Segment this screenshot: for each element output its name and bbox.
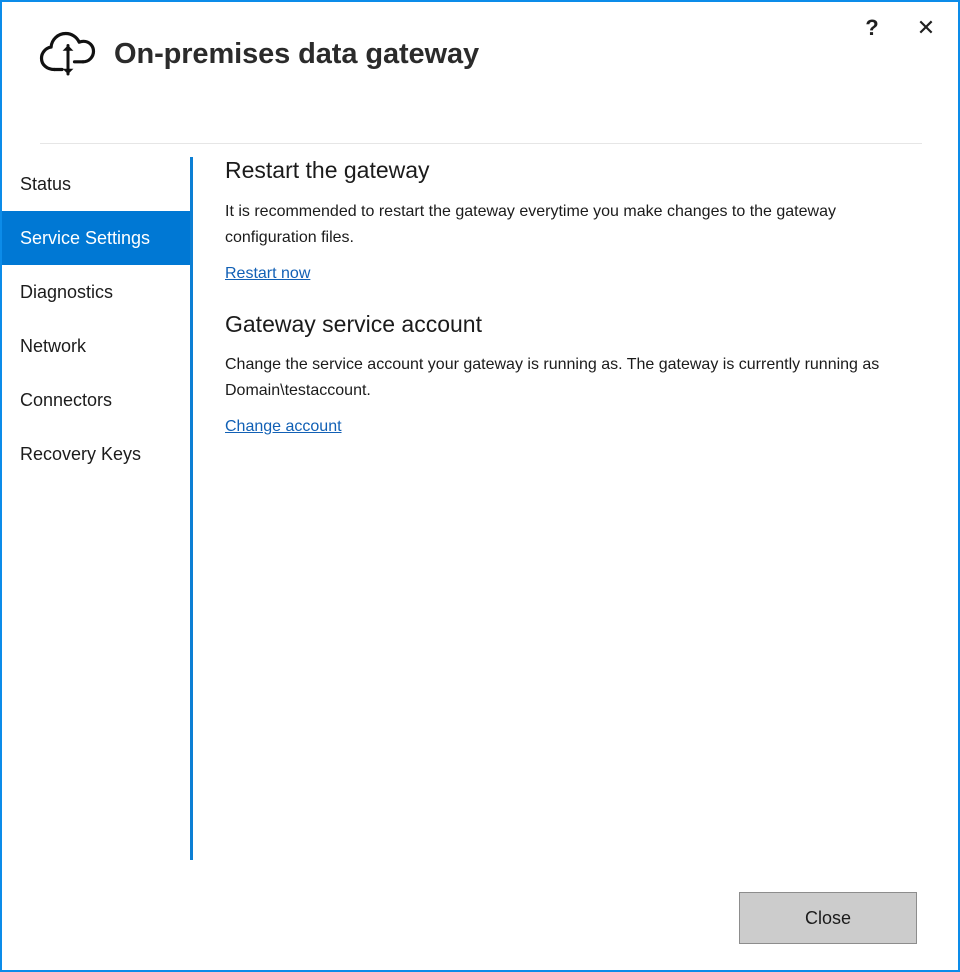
gateway-window: On-premises data gateway ? ✕ Status Serv…	[0, 0, 960, 972]
main-panel: Restart the gateway It is recommended to…	[225, 157, 925, 444]
restart-gateway-section: Restart the gateway It is recommended to…	[225, 157, 925, 283]
sidebar-item-label: Service Settings	[20, 227, 151, 248]
change-account-link[interactable]: Change account	[225, 418, 342, 436]
section-description: It is recommended to restart the gateway…	[225, 202, 836, 246]
sidebar-item-label: Recovery Keys	[20, 443, 142, 464]
page-title: On-premises data gateway	[114, 37, 480, 70]
restart-now-link[interactable]: Restart now	[225, 265, 310, 283]
window-controls: ? ✕	[854, 12, 944, 44]
footer-bar: Close	[2, 870, 958, 970]
sidebar-item-service-settings[interactable]: Service Settings	[2, 211, 192, 265]
app-branding: On-premises data gateway	[38, 28, 479, 80]
sidebar-nav: Status Service Settings Diagnostics Netw…	[2, 157, 192, 481]
sidebar-item-connectors[interactable]: Connectors	[2, 373, 192, 427]
gateway-service-account-section: Gateway service account Change the servi…	[225, 311, 925, 437]
title-bar: On-premises data gateway ? ✕	[2, 2, 958, 138]
section-heading: Gateway service account	[225, 310, 482, 337]
close-window-button[interactable]: ✕	[908, 12, 944, 44]
sidebar-item-diagnostics[interactable]: Diagnostics	[2, 265, 192, 319]
sidebar-item-status[interactable]: Status	[2, 157, 192, 211]
section-heading: Restart the gateway	[225, 157, 430, 183]
sidebar-item-label: Connectors	[20, 389, 113, 410]
help-button[interactable]: ?	[854, 12, 890, 44]
content-area: Status Service Settings Diagnostics Netw…	[2, 157, 958, 870]
sidebar-item-label: Network	[20, 335, 87, 356]
sidebar-item-recovery-keys[interactable]: Recovery Keys	[2, 427, 192, 481]
close-button[interactable]: Close	[739, 892, 917, 944]
sidebar-item-label: Diagnostics	[20, 281, 114, 302]
header-divider	[40, 143, 922, 144]
cloud-sync-icon	[39, 31, 96, 76]
sidebar-divider	[190, 157, 193, 860]
sidebar-item-label: Status	[20, 173, 72, 194]
sidebar-item-network[interactable]: Network	[2, 319, 192, 373]
section-description: Change the service account your gateway …	[225, 356, 880, 400]
